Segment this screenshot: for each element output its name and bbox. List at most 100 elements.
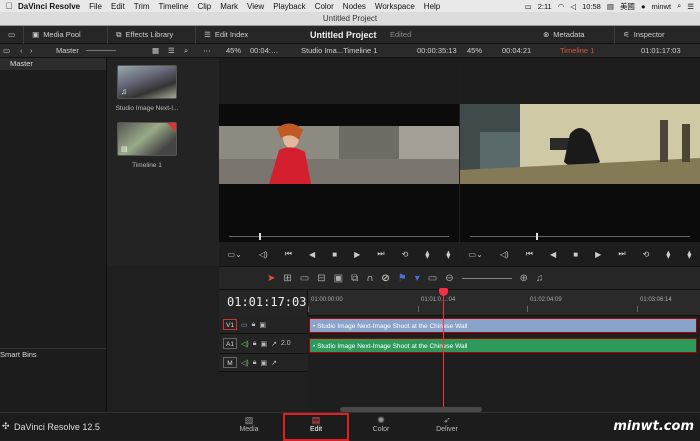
timeline-timecode[interactable]: 01:01:17:03	[227, 295, 306, 309]
menu-timeline[interactable]: Timeline	[159, 2, 189, 11]
snapping-icon[interactable]: ∩	[366, 273, 373, 284]
timeline-tracks[interactable]: • Studio Image Next-Image Shoot at the C…	[308, 316, 700, 412]
video-clip[interactable]: • Studio Image Next-Image Shoot at the C…	[309, 318, 697, 333]
playhead[interactable]	[443, 290, 444, 412]
menu-color[interactable]: Color	[315, 2, 334, 11]
replace-icon[interactable]: ⧉	[351, 273, 358, 284]
view-icon[interactable]: ▦	[152, 46, 159, 55]
lock-icon[interactable]: 🔒︎	[253, 340, 257, 348]
skip-forward-icon[interactable]: ⏭	[377, 249, 384, 259]
loop-icon[interactable]: ⟲	[643, 250, 650, 259]
nav-back-icon[interactable]: ‹	[20, 46, 23, 55]
menu-list-icon[interactable]: ☰	[687, 2, 694, 11]
pointer-icon[interactable]: ➤	[267, 273, 275, 284]
flag-icon[interactable]: ▤	[607, 2, 614, 11]
skip-back-icon[interactable]: ⏮	[285, 249, 292, 259]
overwrite-icon[interactable]: ▣	[334, 273, 343, 284]
menu-playback[interactable]: Playback	[273, 2, 305, 11]
play-icon[interactable]: ▶	[354, 250, 360, 259]
timeline-scrub-handle[interactable]	[536, 233, 538, 240]
zoom-slider[interactable]	[461, 277, 512, 279]
media-clip-thumbnail[interactable]: ♫	[117, 65, 177, 99]
nav-forward-icon[interactable]: ›	[30, 46, 33, 55]
play-reverse-icon[interactable]: ◀	[309, 250, 315, 259]
lock-icon[interactable]: 🔒︎	[253, 359, 257, 367]
smart-bins-header[interactable]: Smart Bins	[0, 348, 106, 360]
track-id-a1[interactable]: A1	[223, 338, 237, 349]
menu-app-name[interactable]: DaVinci Resolve	[18, 2, 80, 11]
thumb-size-slider[interactable]	[86, 50, 116, 51]
options-icon[interactable]: ⋯	[203, 46, 211, 55]
menu-mark[interactable]: Mark	[220, 2, 238, 11]
insert-icon[interactable]: ⊟	[317, 273, 325, 284]
tab-deliver[interactable]: ➶ Deliver	[424, 415, 470, 433]
linked-selection-icon[interactable]: ⊘	[381, 273, 389, 284]
stop-icon[interactable]: ■	[332, 250, 337, 259]
panel-toggle-icon[interactable]: ▭	[3, 46, 10, 55]
track-id-m[interactable]: M	[223, 357, 237, 368]
viewer-zoom-right[interactable]: 45%	[467, 46, 482, 55]
auto-select-icon[interactable]: ▣	[260, 359, 267, 367]
play-reverse-icon[interactable]: ◀	[550, 250, 556, 259]
auto-select-icon[interactable]: ▣	[260, 340, 267, 348]
menu-view[interactable]: View	[247, 2, 264, 11]
audio-meter-icon[interactable]: ♫	[536, 273, 544, 284]
edit-index-button[interactable]: ☰ Edit Index	[196, 26, 256, 44]
viewer-options-icon[interactable]: ▭⌄	[469, 250, 483, 259]
viewer-options-icon[interactable]: ▭⌄	[228, 250, 242, 259]
track-id-v1[interactable]: V1	[223, 319, 237, 330]
menu-clip[interactable]: Clip	[197, 2, 211, 11]
timeline-ruler[interactable]: 01:00:00:00 01:01:0…:04 01:02:04:09 01:0…	[308, 290, 700, 316]
list-view-icon[interactable]: ☰	[168, 46, 175, 55]
bin-master[interactable]: Master	[0, 58, 106, 70]
blade-icon[interactable]: ▭	[300, 273, 309, 284]
effects-library-button[interactable]: ⧉ Effects Library	[108, 25, 197, 44]
flag-icon[interactable]: ⚑	[398, 273, 407, 284]
search-icon[interactable]: ⌕	[677, 1, 681, 11]
input-language[interactable]: 美國	[620, 1, 635, 12]
menu-edit[interactable]: Edit	[111, 2, 125, 11]
source-scrubber[interactable]	[229, 236, 449, 237]
track-enable-icon[interactable]: ▭	[241, 321, 248, 329]
menu-file[interactable]: File	[89, 2, 102, 11]
trim-icon[interactable]: ⊞	[283, 273, 291, 284]
timeline-scrubber[interactable]	[470, 236, 690, 237]
apple-icon[interactable]: 	[0, 1, 18, 11]
skip-back-icon[interactable]: ⏮	[526, 249, 533, 259]
speaker-icon[interactable]: ◁)	[241, 359, 249, 367]
volume-icon[interactable]: ◁	[570, 2, 576, 11]
timeline-thumbnail[interactable]: ▤	[117, 122, 177, 156]
mark-in-icon[interactable]: ⧫	[666, 250, 670, 259]
lock-icon[interactable]: 🔒︎	[252, 321, 256, 329]
battery-icon[interactable]: ▭	[525, 2, 532, 11]
dual-screen-button[interactable]: ▭	[0, 25, 25, 44]
mark-out-icon[interactable]: ⧫	[687, 250, 691, 259]
timeline-selector[interactable]: Timeline 1	[560, 46, 594, 55]
pan-icon[interactable]: ↗	[271, 359, 277, 367]
tab-media[interactable]: ▨ Media	[226, 415, 272, 433]
skip-forward-icon[interactable]: ⏭	[618, 249, 625, 259]
tab-color[interactable]: ✺ Color	[358, 415, 404, 433]
wifi-icon[interactable]: ◠	[558, 2, 565, 11]
stop-icon[interactable]: ■	[573, 250, 578, 259]
audio-icon[interactable]: ◁)	[259, 250, 268, 259]
audio-icon[interactable]: ◁)	[500, 250, 509, 259]
marker-icon[interactable]: ▾	[415, 273, 420, 284]
audio-clip[interactable]: • Studio Image Next-Image Shoot at the C…	[309, 338, 697, 353]
menu-help[interactable]: Help	[424, 2, 440, 11]
viewer-zoom-left[interactable]: 45%	[226, 46, 241, 55]
mark-out-icon[interactable]: ⧫	[446, 250, 450, 259]
menu-nodes[interactable]: Nodes	[343, 2, 366, 11]
source-scrub-handle[interactable]	[259, 233, 261, 240]
search-icon[interactable]: ⌕	[184, 46, 188, 56]
metadata-button[interactable]: ⊗ Metadata	[535, 26, 593, 44]
bin-name[interactable]: Master	[56, 46, 79, 55]
pan-icon[interactable]: ↗	[271, 340, 277, 348]
mark-in-icon[interactable]: ⧫	[425, 250, 429, 259]
zoom-in-icon[interactable]: ⊕	[520, 273, 528, 284]
speaker-icon[interactable]: ◁)	[241, 340, 249, 348]
full-extent-icon[interactable]: ▭	[428, 273, 437, 284]
user-name[interactable]: minwt	[651, 2, 671, 11]
timeline-video-frame[interactable]	[460, 104, 700, 242]
menu-workspace[interactable]: Workspace	[375, 2, 415, 11]
